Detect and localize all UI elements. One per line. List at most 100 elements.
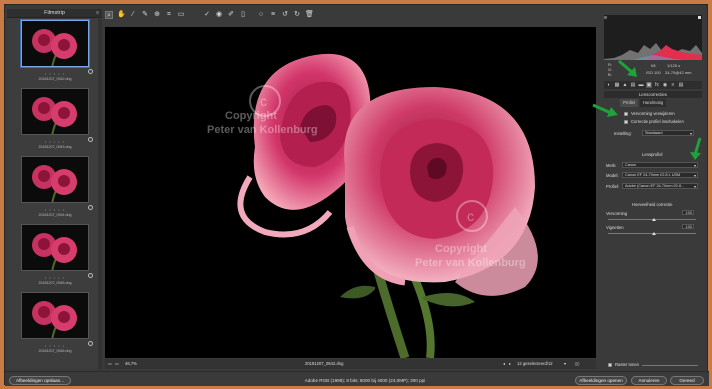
lens-corrections-tab-icon[interactable]: ▣ — [646, 82, 652, 88]
watermark-text-1b: Peter van Kollenburg — [207, 124, 318, 136]
remove-distortion-checkbox[interactable] — [624, 112, 628, 116]
done-button[interactable]: Gereed — [670, 376, 704, 385]
menu-icon[interactable]: ≡ — [96, 10, 99, 16]
zoom-level[interactable]: 46,7% — [125, 361, 137, 366]
b-label: B: — [608, 72, 612, 77]
rating-stars[interactable]: • • • • • — [17, 139, 93, 144]
next-image-icon[interactable]: ▸ — [509, 361, 511, 366]
filmstrip-header: Filmstrip ≡ — [7, 9, 102, 18]
zoom-out-icon[interactable]: ▭ — [108, 361, 112, 366]
brush-icon[interactable]: ✐ — [227, 11, 235, 19]
profile-label: Profiel: — [606, 184, 620, 189]
camera-calibration-tab-icon[interactable]: ◉ — [662, 82, 668, 88]
watermark-text-2b: Peter van Kollenburg — [415, 257, 526, 269]
setting-select[interactable]: Standaard ▾ — [642, 130, 694, 136]
rotate-right-icon[interactable]: ↻ — [293, 11, 301, 19]
adjustment-badge-icon — [88, 341, 93, 346]
compare-view-icon[interactable]: ▾ — [564, 361, 566, 366]
thumbnail-image — [21, 224, 89, 271]
profile-select[interactable]: Adobe (Canon EF 24-70mm f/2.8... ▾ — [622, 183, 698, 189]
filmstrip-thumbnail[interactable]: • • • • • 20181207_0944.dng — [17, 155, 93, 221]
zoom-icon[interactable]: ⌕ — [105, 11, 113, 19]
bottom-bar: Afbeeldingen opslaan... Adobe RGB (1998)… — [5, 371, 709, 386]
chevron-down-icon: ▾ — [693, 163, 696, 168]
filmstrip-scrollbar[interactable] — [98, 19, 102, 369]
white-balance-icon[interactable]: ⁄ — [129, 11, 137, 19]
filmstrip-thumbnail[interactable]: • • • • • 20181207_0945.dng — [17, 223, 93, 289]
make-select[interactable]: Canon ▾ — [622, 162, 698, 168]
rating-stars[interactable]: • • • • • — [17, 207, 93, 212]
vignetting-slider-knob[interactable] — [652, 232, 656, 235]
detail-tab-icon[interactable]: ▲ — [622, 82, 628, 88]
trash-icon[interactable]: 🗑 — [305, 11, 314, 19]
aperture-value: f/8 — [651, 63, 656, 68]
profile-value: Adobe (Canon EF 24-70mm f/2.8... — [625, 184, 685, 188]
shadow-clipping-icon — [604, 16, 607, 19]
enable-profile-checkbox[interactable] — [624, 120, 628, 124]
presets-tab-icon[interactable]: ≡ — [670, 82, 676, 88]
rating-stars[interactable]: • • • • • — [17, 71, 93, 76]
thumbnail-filename: 20181207_0945.dng — [38, 281, 72, 285]
tab-handmatig[interactable]: Handmatig — [640, 99, 666, 107]
thumbnail-filename: 20181207_0943.dng — [38, 145, 72, 149]
radial-filter-icon[interactable]: ○ — [257, 11, 265, 19]
adjustment-badge-icon — [88, 137, 93, 142]
hand-icon[interactable]: ✋ — [117, 11, 126, 19]
filmstrip-title: Filmstrip — [44, 10, 65, 16]
color-sampler-icon[interactable]: ✎ — [141, 11, 149, 19]
vignetting-slider[interactable] — [608, 232, 696, 235]
annotation-arrow-checkboxes — [592, 103, 618, 117]
distortion-slider[interactable] — [608, 218, 696, 221]
tone-curve-tab-icon[interactable]: ▦ — [614, 82, 620, 88]
selection-count: 12 geselecteerd/12 — [517, 361, 553, 366]
open-images-button[interactable]: Afbeeldingen openen — [575, 376, 627, 385]
filmstrip-thumbnail[interactable]: • • • • • 20181207_0942.dng — [17, 19, 93, 85]
spot-removal-icon[interactable]: ✓ — [203, 11, 211, 19]
filmstrip-thumbnail[interactable]: • • • • • 20181207_0946.dng — [17, 291, 93, 357]
rating-stars[interactable]: • • • • • — [17, 343, 93, 348]
correction-amount-title: Hoeveelheid correctie — [632, 202, 673, 207]
prev-image-icon[interactable]: ◂ — [503, 361, 505, 366]
workflow-options-link[interactable]: Adobe RGB (1998); 8 bits; 6000 bij 4000 … — [245, 378, 485, 383]
basic-tab-icon[interactable]: ◐ — [606, 82, 612, 88]
red-eye-icon[interactable]: ◉ — [215, 11, 223, 19]
show-grid-checkbox[interactable] — [608, 363, 612, 367]
cancel-button[interactable]: Annuleren — [631, 376, 667, 385]
zoom-in-icon[interactable]: ▭ — [115, 361, 119, 366]
annotation-arrow-tabs — [618, 59, 637, 77]
thumbnail-filename: 20181207_0942.dng — [38, 77, 72, 81]
distortion-value[interactable]: 100 — [682, 210, 694, 215]
model-label: Model: — [606, 173, 619, 178]
viewer-status-bar: ▭ ▭ 46,7% 20181207_0942.dng ◂ ▸ 12 gesel… — [105, 359, 596, 369]
model-select[interactable]: Canon EF 24-70mm f/2.8 L USM ▾ — [622, 172, 698, 178]
before-after-icon[interactable]: ▯▯ — [575, 361, 580, 366]
rotate-left-icon[interactable]: ↺ — [281, 11, 289, 19]
setting-value: Standaard — [645, 131, 663, 135]
hsl-tab-icon[interactable]: ▤ — [630, 82, 636, 88]
tab-profiel[interactable]: Profiel — [620, 99, 638, 107]
panel-tabs: ◐ ▦ ▲ ▤ ▬ ▣ fx ◉ ≡ ▤ — [604, 81, 702, 89]
image-preview[interactable]: c Copyright Peter van Kollenburg c Copyr… — [105, 27, 596, 360]
save-images-button[interactable]: Afbeeldingen opslaan... — [9, 376, 71, 385]
snapshots-tab-icon[interactable]: ▤ — [678, 82, 684, 88]
make-value: Canon — [625, 163, 637, 167]
split-toning-tab-icon[interactable]: ▬ — [638, 82, 644, 88]
distortion-slider-knob[interactable] — [652, 218, 656, 221]
svg-text:c: c — [260, 93, 267, 109]
adjustment-badge-icon — [88, 205, 93, 210]
vignetting-label: Vignetten — [606, 225, 624, 230]
filmstrip-thumbnail[interactable]: • • • • • 20181207_0943.dng — [17, 87, 93, 153]
graduated-filter-icon[interactable]: ▯ — [239, 11, 247, 19]
distortion-label: Vervorming — [606, 211, 628, 216]
enable-profile-label: Correctie profiel inschakelen — [631, 119, 684, 124]
preferences-icon[interactable]: ≡ — [269, 11, 277, 19]
target-adjust-icon[interactable]: ⊕ — [153, 11, 161, 19]
rating-stars[interactable]: • • • • • — [17, 275, 93, 280]
lens-value: 24-70@42 mm — [665, 70, 692, 75]
highlight-clipping-icon — [698, 16, 701, 19]
effects-tab-icon[interactable]: fx — [654, 82, 660, 88]
grid-size-slider[interactable] — [642, 365, 698, 366]
straighten-icon[interactable]: ▭ — [177, 11, 185, 19]
crop-icon[interactable]: ⌗ — [165, 11, 173, 19]
vignetting-value[interactable]: 100 — [682, 224, 694, 229]
